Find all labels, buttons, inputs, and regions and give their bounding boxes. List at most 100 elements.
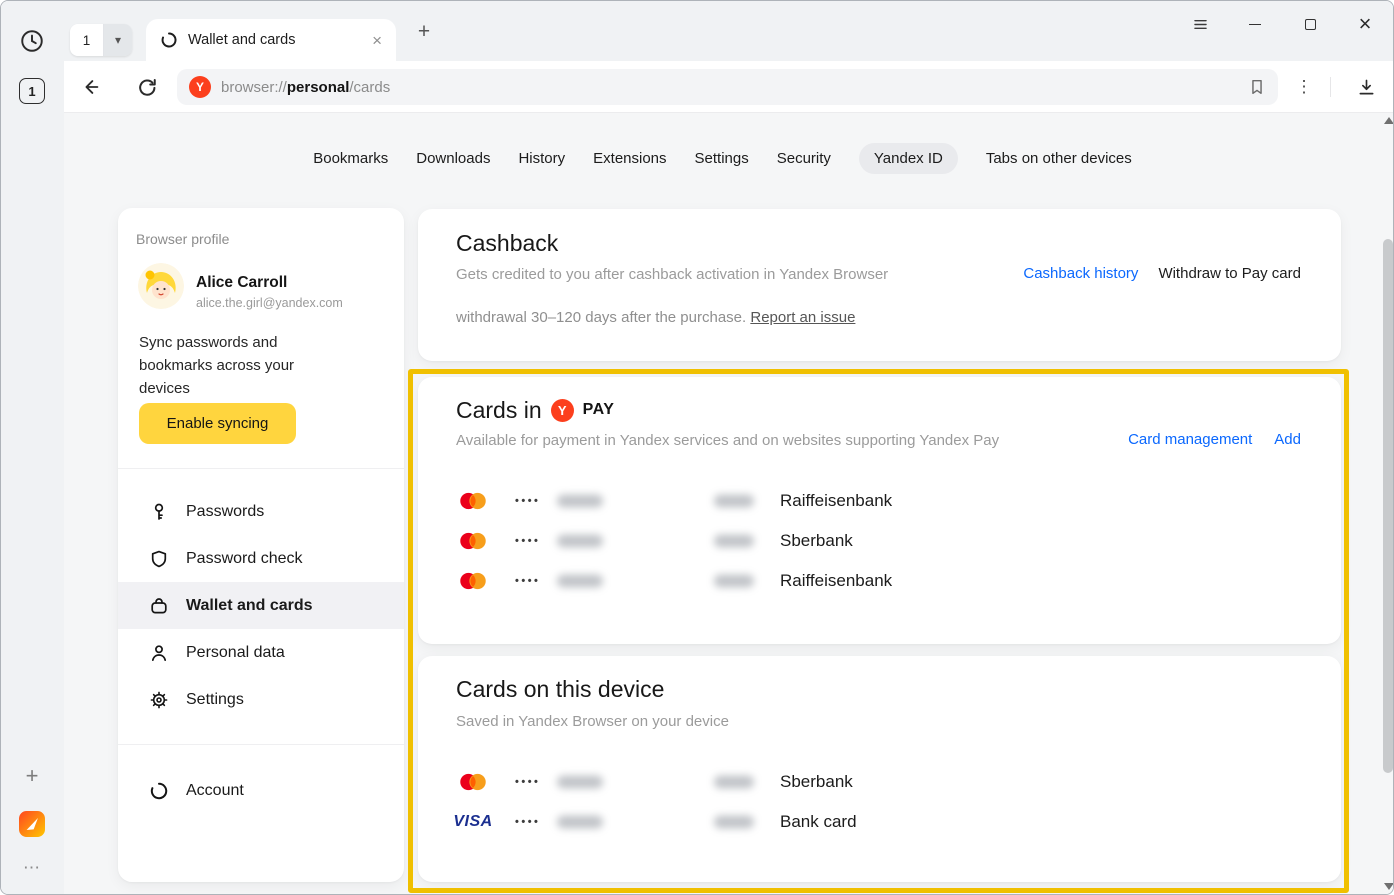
maximize-icon[interactable] <box>1296 10 1324 38</box>
minimize-icon[interactable] <box>1241 10 1269 38</box>
url-bar[interactable]: Y browser://personal/cards <box>177 69 1278 105</box>
card-bank-name: Raiffeisenbank <box>780 571 892 591</box>
card-expiry-blurred <box>714 816 754 829</box>
url-text: browser://personal/cards <box>221 79 390 96</box>
card-expiry-blurred <box>714 776 754 789</box>
tab-group-count[interactable]: 1 <box>70 24 104 56</box>
person-icon <box>148 642 170 664</box>
shield-icon <box>148 548 170 570</box>
tab-close-icon[interactable]: × <box>372 32 382 49</box>
yandex-id-loop-icon <box>148 780 170 802</box>
dots-glyph: ⋯ <box>23 858 41 878</box>
card-number-blurred <box>557 575 603 588</box>
card-expiry-blurred <box>714 575 754 588</box>
sidebar-menu: Passwords Password check <box>118 488 404 723</box>
download-icon[interactable] <box>1354 75 1378 99</box>
browser-window: 1 + ⋯ 1 ▾ <box>0 0 1394 895</box>
enable-syncing-button[interactable]: Enable syncing <box>139 403 296 444</box>
nav-downloads[interactable]: Downloads <box>416 143 490 174</box>
rail-add-icon[interactable]: + <box>17 761 47 791</box>
card-bank-name: Raiffeisenbank <box>780 491 892 511</box>
card-number-masked: •••• <box>515 535 540 547</box>
card-expiry-blurred <box>714 495 754 508</box>
sidebar-item-password-check[interactable]: Password check <box>118 535 404 582</box>
chevron-down-icon[interactable]: ▾ <box>104 24 132 56</box>
nav-extensions[interactable]: Extensions <box>593 143 666 174</box>
window-menu-icon[interactable] <box>1186 10 1214 38</box>
sidebar-item-wallet-and-cards[interactable]: Wallet and cards <box>118 582 404 629</box>
visa-icon: VISA <box>456 813 490 831</box>
url-highlight: personal <box>287 79 350 96</box>
nav-yandex-id[interactable]: Yandex ID <box>859 143 958 174</box>
settings-nav: Bookmarks Downloads History Extensions S… <box>64 143 1381 174</box>
cashback-subtitle: Gets credited to you after cashback acti… <box>456 265 888 285</box>
nav-security[interactable]: Security <box>777 143 831 174</box>
card-number-masked: •••• <box>515 816 540 828</box>
card-bank-name: Bank card <box>780 812 857 832</box>
card-row[interactable]: •••• Sberbank <box>418 762 1341 802</box>
url-suffix: /cards <box>349 79 390 96</box>
plus-glyph: + <box>26 763 39 789</box>
sidebar-item-account[interactable]: Account <box>118 767 404 814</box>
mastercard-icon <box>456 571 490 591</box>
card-row[interactable]: •••• Raiffeisenbank <box>418 481 1341 521</box>
avatar <box>138 263 184 309</box>
cashback-body: withdrawal 30–120 days after the purchas… <box>456 308 855 328</box>
device-cards-card: Cards on this device Saved in Yandex Bro… <box>418 656 1341 882</box>
card-number-blurred <box>557 535 603 548</box>
card-row[interactable]: VISA •••• Bank card <box>418 802 1341 842</box>
card-row[interactable]: •••• Raiffeisenbank <box>418 561 1341 601</box>
tab-panel-icon[interactable]: 1 <box>19 78 45 104</box>
scrollbar-up-arrow[interactable] <box>1384 117 1393 124</box>
divider <box>118 744 404 745</box>
reload-icon[interactable] <box>135 75 159 99</box>
withdraw-to-pay-card-link[interactable]: Withdraw to Pay card <box>1158 265 1301 282</box>
cashback-history-link[interactable]: Cashback history <box>1023 265 1138 282</box>
report-an-issue-link[interactable]: Report an issue <box>750 309 855 326</box>
scrollbar-down-arrow[interactable] <box>1384 883 1393 890</box>
nav-bookmarks[interactable]: Bookmarks <box>313 143 388 174</box>
mastercard-icon <box>456 531 490 551</box>
history-clock-icon[interactable] <box>19 28 45 54</box>
cashback-body-text: withdrawal 30–120 days after the purchas… <box>456 309 746 326</box>
mastercard-icon <box>456 491 490 511</box>
profile-name: Alice Carroll <box>196 274 287 292</box>
card-row[interactable]: •••• Sberbank <box>418 521 1341 561</box>
nav-history[interactable]: History <box>518 143 565 174</box>
nav-tabs-other-devices[interactable]: Tabs on other devices <box>986 143 1132 174</box>
bookmark-flag-icon[interactable] <box>1248 78 1266 96</box>
left-rail: 1 + ⋯ <box>1 1 64 894</box>
add-card-link[interactable]: Add <box>1274 431 1301 448</box>
card-management-link[interactable]: Card management <box>1128 431 1252 448</box>
sidebar-item-passwords[interactable]: Passwords <box>118 488 404 535</box>
tab-group-label: 1 <box>83 33 91 48</box>
mastercard-icon <box>456 772 490 792</box>
nav-settings[interactable]: Settings <box>695 143 749 174</box>
toolbar-overflow-icon[interactable]: ⋮ <box>1292 75 1316 99</box>
key-icon <box>148 501 170 523</box>
yandex-pay-cards-card: Cards in Y PAY Available for payment in … <box>418 377 1341 644</box>
close-icon[interactable]: × <box>1351 10 1379 38</box>
new-tab-button[interactable]: + <box>410 18 438 46</box>
device-card-rows: •••• Sberbank VISA •••• Bank card <box>418 762 1341 842</box>
profile-email: alice.the.girl@yandex.com <box>196 296 343 310</box>
pay-card-links: Card management Add <box>1128 431 1301 448</box>
plus-glyph: + <box>418 20 430 44</box>
scrollbar-thumb[interactable] <box>1383 239 1393 773</box>
dots-glyph: ⋮ <box>1296 77 1313 97</box>
sidebar-item-label: Account <box>186 782 244 800</box>
wallet-icon <box>148 595 170 617</box>
sidebar-item-personal-data[interactable]: Personal data <box>118 629 404 676</box>
rail-overflow-icon[interactable]: ⋯ <box>17 855 47 881</box>
card-number-blurred <box>557 776 603 789</box>
yandex-browser-logo-icon[interactable] <box>19 811 45 837</box>
rail-tab-count: 1 <box>28 84 35 99</box>
tab-title: Wallet and cards <box>188 32 362 48</box>
sidebar-item-settings[interactable]: Settings <box>118 676 404 723</box>
back-icon[interactable] <box>79 75 103 99</box>
browser-profile-label: Browser profile <box>136 231 229 247</box>
tab-wallet-and-cards[interactable]: Wallet and cards × <box>146 19 396 61</box>
gear-icon <box>148 689 170 711</box>
card-number-masked: •••• <box>515 575 540 587</box>
pay-card-subtitle: Available for payment in Yandex services… <box>456 431 999 451</box>
